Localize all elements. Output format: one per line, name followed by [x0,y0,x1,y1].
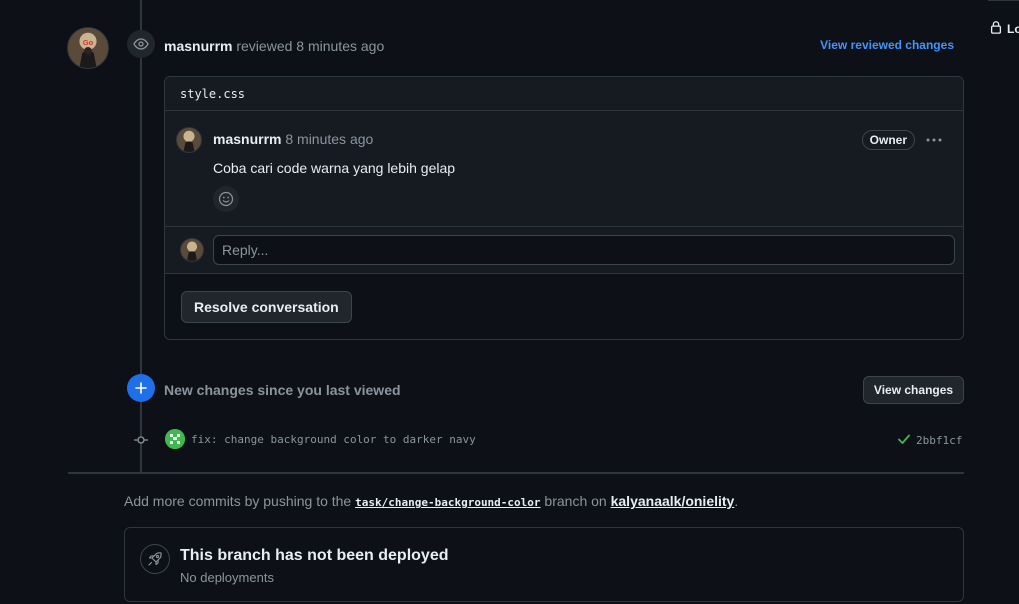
push-note-middle: branch on [540,493,611,509]
check-icon[interactable] [897,432,911,449]
commit-sha[interactable]: 2bbf1cf [916,434,962,447]
reviewer-avatar[interactable]: Go [67,27,109,69]
lock-conversation[interactable]: Lo [989,20,1019,37]
file-header: style.css [165,77,963,111]
deployment-subtitle: No deployments [180,570,274,585]
deployment-title: This branch has not been deployed [180,547,449,564]
pr-conversation: Lo Go masnurrm reviewed 8 minutes ago Vi… [0,0,1019,604]
new-changes-text: New changes since you last viewed [164,382,401,398]
lock-label: Lo [1007,21,1019,36]
branch-name-link[interactable]: task/change-background-color [355,496,540,509]
comment-author[interactable]: masnurrm [213,131,281,147]
right-divider [988,0,1019,1]
review-header: masnurrm reviewed 8 minutes ago [164,38,384,54]
reply-row [165,227,963,274]
eye-icon [127,30,155,58]
review-author[interactable]: masnurrm [164,38,232,54]
reply-input[interactable] [213,235,955,265]
lock-icon [989,20,1003,37]
comment-avatar[interactable] [176,127,202,153]
file-name[interactable]: style.css [180,87,245,101]
owner-badge: Owner [861,130,915,150]
review-thread: style.css masnurrm 8 minutes ago Owner C… [164,76,964,340]
view-changes-button[interactable]: View changes [863,376,964,404]
repo-link[interactable]: kalyanaalk/onielity [611,493,735,509]
view-reviewed-changes-link[interactable]: View reviewed changes [820,38,954,52]
commit-message[interactable]: fix: change background color to darker n… [191,433,476,446]
plus-icon [127,374,155,402]
deployment-status-box: This branch has not been deployed No dep… [124,527,964,602]
comment-body: Coba cari code warna yang lebih gelap [213,160,456,176]
review-action: reviewed [232,38,297,54]
commit-status: 2bbf1cf [897,432,962,449]
timeline-separator [68,472,964,474]
comment-time[interactable]: 8 minutes ago [285,131,373,147]
push-note: Add more commits by pushing to the task/… [124,493,738,509]
comment-meta: masnurrm 8 minutes ago [213,131,373,147]
push-note-suffix: . [734,493,739,509]
add-reaction-icon[interactable] [213,186,239,212]
rocket-icon [140,544,170,574]
commit-author-avatar[interactable] [165,429,185,449]
commit-icon [133,432,149,448]
svg-text:Go: Go [83,38,94,47]
review-comment: masnurrm 8 minutes ago Owner Coba cari c… [165,111,963,227]
more-options-icon[interactable] [923,129,945,151]
review-time[interactable]: 8 minutes ago [296,38,384,54]
resolve-conversation-button[interactable]: Resolve conversation [181,291,352,323]
reply-avatar [180,238,204,262]
push-note-prefix: Add more commits by pushing to the [124,493,356,509]
